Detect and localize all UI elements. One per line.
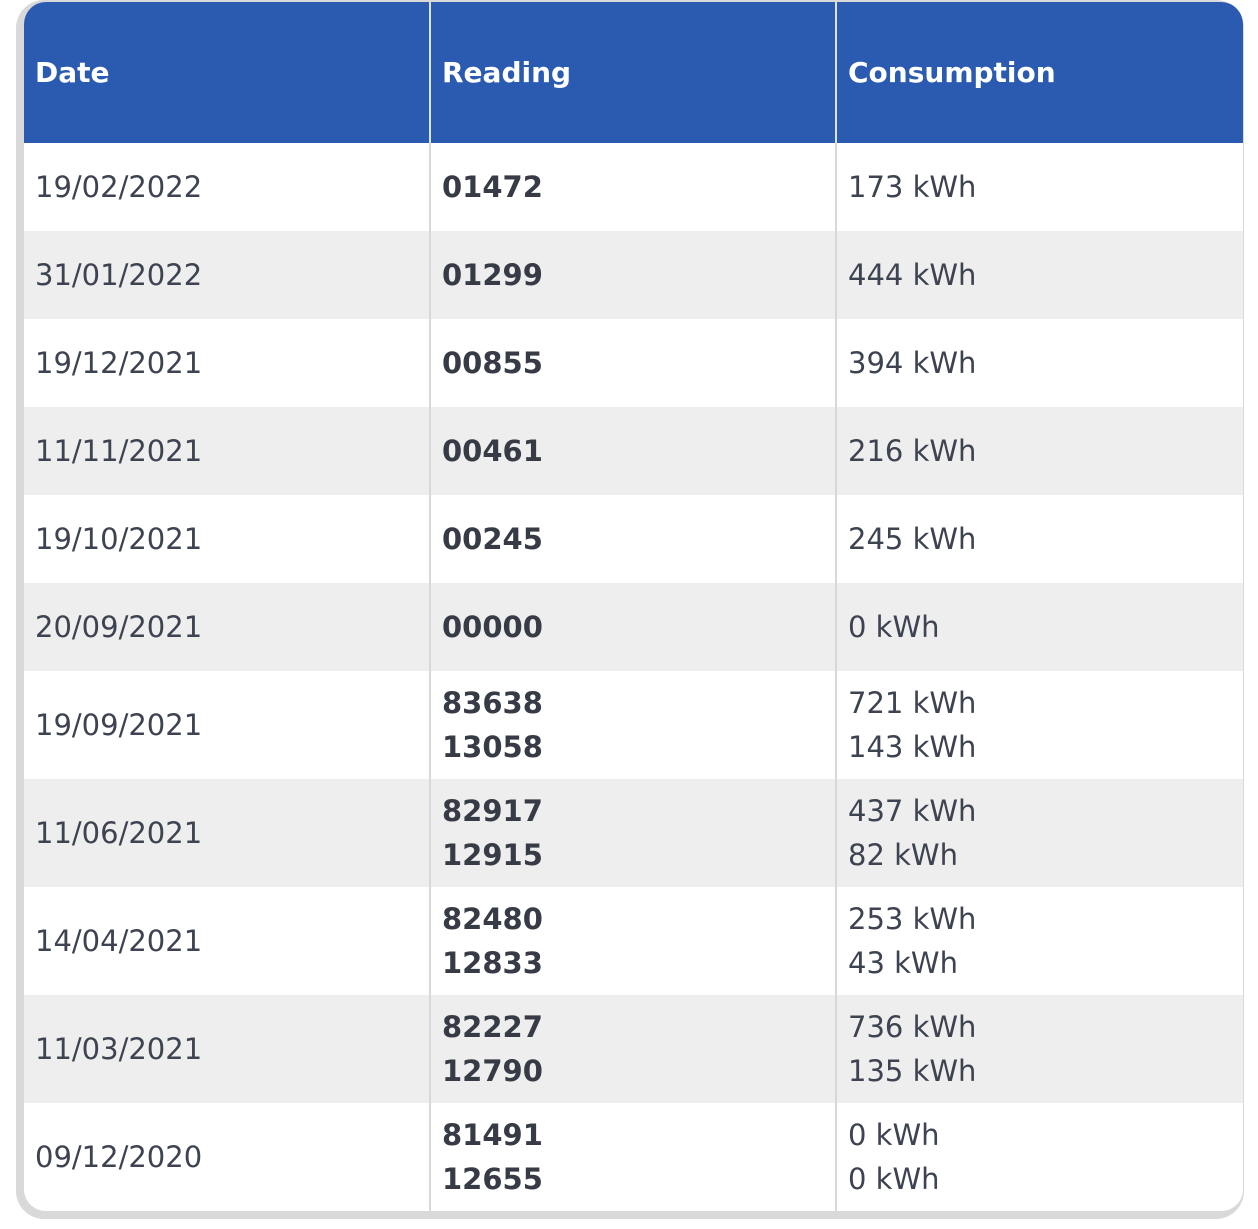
consumption-cell: 437 kWh 82 kWh xyxy=(836,779,1243,887)
consumption-cell: 394 kWh xyxy=(836,319,1243,407)
column-header-consumption[interactable]: Consumption xyxy=(836,2,1243,143)
reading-value: 00000 xyxy=(442,610,543,644)
date-cell: 19/02/2022 xyxy=(24,143,431,231)
reading-value: 13058 xyxy=(442,730,543,764)
consumption-value: 43 kWh xyxy=(848,946,958,980)
date-cell: 14/04/2021 xyxy=(24,887,431,995)
table-row: 19/02/2022 01472 173 kWh xyxy=(24,143,1243,231)
table-header: Date Reading Consumption xyxy=(24,2,1243,143)
table-row: 19/10/2021 00245 245 kWh xyxy=(24,495,1243,583)
consumption-cell: 0 kWh 0 kWh xyxy=(836,1103,1243,1211)
reading-value: 01472 xyxy=(442,170,543,204)
consumption-value: 0 kWh xyxy=(848,1118,940,1152)
table-row: 20/09/2021 00000 0 kWh xyxy=(24,583,1243,671)
consumption-value: 721 kWh xyxy=(848,686,977,720)
consumption-value: 135 kWh xyxy=(848,1054,977,1088)
reading-value: 01299 xyxy=(442,258,543,292)
consumption-value: 82 kWh xyxy=(848,838,958,872)
table-row: 11/11/2021 00461 216 kWh xyxy=(24,407,1243,495)
consumption-cell: 216 kWh xyxy=(836,407,1243,495)
reading-value: 81491 xyxy=(442,1118,543,1152)
reading-cell: 00000 xyxy=(430,583,837,671)
reading-cell: 00855 xyxy=(430,319,837,407)
consumption-value: 0 kWh xyxy=(848,1162,940,1196)
reading-cell: 00461 xyxy=(430,407,837,495)
consumption-value: 245 kWh xyxy=(848,522,977,556)
consumption-cell: 173 kWh xyxy=(836,143,1243,231)
table-row: 11/06/2021 82917 12915 437 kWh 82 kWh xyxy=(24,779,1243,887)
column-header-reading[interactable]: Reading xyxy=(430,2,837,143)
consumption-value: 444 kWh xyxy=(848,258,977,292)
reading-cell: 01472 xyxy=(430,143,837,231)
consumption-value: 736 kWh xyxy=(848,1010,977,1044)
reading-value: 00461 xyxy=(442,434,543,468)
date-cell: 20/09/2021 xyxy=(24,583,431,671)
reading-value: 82227 xyxy=(442,1010,543,1044)
consumption-cell: 736 kWh 135 kWh xyxy=(836,995,1243,1103)
consumption-value: 0 kWh xyxy=(848,610,940,644)
reading-cell: 01299 xyxy=(430,231,837,319)
date-cell: 19/09/2021 xyxy=(24,671,431,779)
date-cell: 11/06/2021 xyxy=(24,779,431,887)
consumption-cell: 0 kWh xyxy=(836,583,1243,671)
date-cell: 19/12/2021 xyxy=(24,319,431,407)
consumption-cell: 245 kWh xyxy=(836,495,1243,583)
table-row: 11/03/2021 82227 12790 736 kWh 135 kWh xyxy=(24,995,1243,1103)
table-row: 09/12/2020 81491 12655 0 kWh 0 kWh xyxy=(24,1103,1243,1211)
reading-value: 82480 xyxy=(442,902,543,936)
column-header-date[interactable]: Date xyxy=(24,2,431,143)
header-row: Date Reading Consumption xyxy=(24,2,1243,143)
reading-value: 12915 xyxy=(442,838,543,872)
consumption-cell: 721 kWh 143 kWh xyxy=(836,671,1243,779)
meter-readings-table: Date Reading Consumption 19/02/2022 01472… xyxy=(24,2,1243,1211)
reading-cell: 83638 13058 xyxy=(430,671,837,779)
date-cell: 31/01/2022 xyxy=(24,231,431,319)
reading-value: 12790 xyxy=(442,1054,543,1088)
date-cell: 11/03/2021 xyxy=(24,995,431,1103)
reading-cell: 00245 xyxy=(430,495,837,583)
reading-value: 00855 xyxy=(442,346,543,380)
consumption-value: 437 kWh xyxy=(848,794,977,828)
consumption-value: 253 kWh xyxy=(848,902,977,936)
consumption-value: 143 kWh xyxy=(848,730,977,764)
reading-value: 12655 xyxy=(442,1162,543,1196)
consumption-cell: 444 kWh xyxy=(836,231,1243,319)
reading-value: 83638 xyxy=(442,686,543,720)
consumption-value: 173 kWh xyxy=(848,170,977,204)
date-cell: 19/10/2021 xyxy=(24,495,431,583)
table-row: 19/09/2021 83638 13058 721 kWh 143 kWh xyxy=(24,671,1243,779)
reading-cell: 82480 12833 xyxy=(430,887,837,995)
table-row: 14/04/2021 82480 12833 253 kWh 43 kWh xyxy=(24,887,1243,995)
date-cell: 09/12/2020 xyxy=(24,1103,431,1211)
consumption-value: 216 kWh xyxy=(848,434,977,468)
reading-cell: 82227 12790 xyxy=(430,995,837,1103)
consumption-value: 394 kWh xyxy=(848,346,977,380)
table-row: 31/01/2022 01299 444 kWh xyxy=(24,231,1243,319)
reading-value: 82917 xyxy=(442,794,543,828)
reading-value: 00245 xyxy=(442,522,543,556)
reading-cell: 81491 12655 xyxy=(430,1103,837,1211)
table-row: 19/12/2021 00855 394 kWh xyxy=(24,319,1243,407)
consumption-cell: 253 kWh 43 kWh xyxy=(836,887,1243,995)
reading-value: 12833 xyxy=(442,946,543,980)
meter-readings-table-container: Date Reading Consumption 19/02/2022 01472… xyxy=(24,2,1243,1211)
date-cell: 11/11/2021 xyxy=(24,407,431,495)
reading-cell: 82917 12915 xyxy=(430,779,837,887)
table-body: 19/02/2022 01472 173 kWh 31/01/2022 01299 444… xyxy=(24,143,1243,1211)
